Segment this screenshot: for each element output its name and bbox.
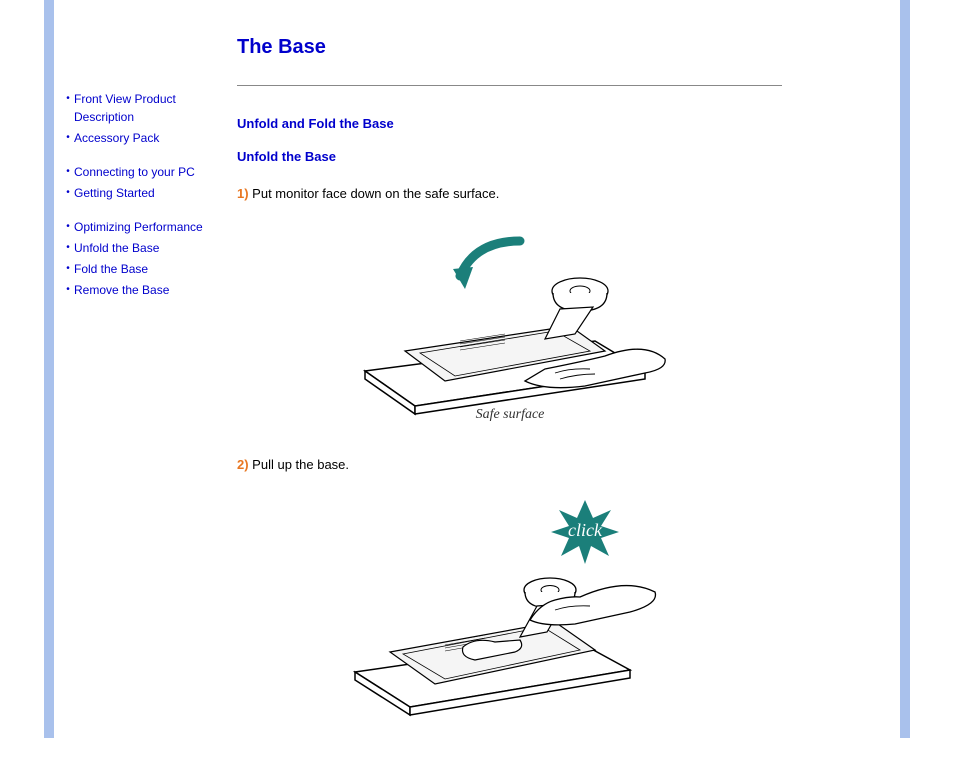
step-2: 2) Pull up the base. bbox=[237, 457, 782, 472]
section-heading: Unfold and Fold the Base bbox=[237, 116, 782, 131]
nav-label: Unfold the Base bbox=[74, 239, 227, 257]
nav-label: Accessory Pack bbox=[74, 129, 227, 147]
bullet-icon: • bbox=[62, 90, 74, 108]
divider bbox=[237, 85, 782, 86]
pull-up-base-illustration: click bbox=[345, 492, 675, 722]
nav-item-getting-started[interactable]: • Getting Started bbox=[62, 184, 227, 202]
right-decorative-bar bbox=[900, 0, 910, 738]
bullet-icon: • bbox=[62, 218, 74, 236]
step-1-text: Put monitor face down on the safe surfac… bbox=[249, 186, 500, 201]
nav-item-unfold-base[interactable]: • Unfold the Base bbox=[62, 239, 227, 257]
step-2-num: 2) bbox=[237, 457, 249, 472]
step-2-text: Pull up the base. bbox=[249, 457, 349, 472]
bullet-icon: • bbox=[62, 129, 74, 147]
nav-group-1: • Connecting to your PC • Getting Starte… bbox=[62, 163, 227, 202]
step-1: 1) Put monitor face down on the safe sur… bbox=[237, 186, 782, 201]
nav-label: Front View Product Description bbox=[74, 90, 227, 126]
monitor-face-down-illustration: Safe surface bbox=[345, 221, 675, 421]
bullet-icon: • bbox=[62, 184, 74, 202]
nav-label: Fold the Base bbox=[74, 260, 227, 278]
nav-label: Remove the Base bbox=[74, 281, 227, 299]
page-title: The Base bbox=[237, 36, 782, 59]
bullet-icon: • bbox=[62, 163, 74, 181]
bullet-icon: • bbox=[62, 239, 74, 257]
nav-item-fold-base[interactable]: • Fold the Base bbox=[62, 260, 227, 278]
figure-1-label: Safe surface bbox=[475, 407, 544, 421]
bullet-icon: • bbox=[62, 281, 74, 299]
sub-heading: Unfold the Base bbox=[237, 149, 782, 164]
figure-1: Safe surface bbox=[237, 221, 782, 421]
nav-group-0: • Front View Product Description • Acces… bbox=[62, 90, 227, 147]
bullet-icon: • bbox=[62, 260, 74, 278]
nav-item-optimizing[interactable]: • Optimizing Performance bbox=[62, 218, 227, 236]
nav-label: Optimizing Performance bbox=[74, 218, 227, 236]
figure-2: click bbox=[237, 492, 782, 722]
nav-group-2: • Optimizing Performance • Unfold the Ba… bbox=[62, 218, 227, 299]
sidebar-nav: • Front View Product Description • Acces… bbox=[62, 90, 227, 315]
left-decorative-bar bbox=[44, 0, 54, 738]
step-1-num: 1) bbox=[237, 186, 249, 201]
nav-item-front-view[interactable]: • Front View Product Description bbox=[62, 90, 227, 126]
main-content: The Base Unfold and Fold the Base Unfold… bbox=[237, 36, 782, 758]
figure-2-label: click bbox=[568, 520, 603, 540]
nav-label: Getting Started bbox=[74, 184, 227, 202]
nav-label: Connecting to your PC bbox=[74, 163, 227, 181]
nav-item-connecting-pc[interactable]: • Connecting to your PC bbox=[62, 163, 227, 181]
nav-item-remove-base[interactable]: • Remove the Base bbox=[62, 281, 227, 299]
nav-item-accessory-pack[interactable]: • Accessory Pack bbox=[62, 129, 227, 147]
